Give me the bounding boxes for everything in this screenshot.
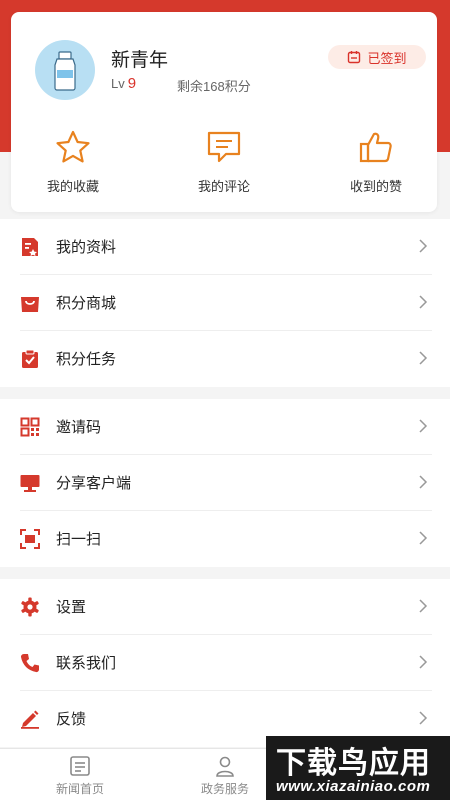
news-icon (70, 756, 90, 776)
qr-code-icon (20, 417, 40, 437)
level-prefix: Lv (111, 76, 125, 91)
comments-label: 我的评论 (197, 179, 250, 194)
milk-bottle-icon (54, 51, 76, 91)
site-watermark: 下载鸟应用 www.xiazainiao.com (266, 736, 450, 800)
favorites-label: 我的收藏 (46, 179, 99, 194)
likes-label: 收到的赞 (349, 179, 402, 194)
tab-label: 政务服务 (200, 782, 249, 796)
menu-item-contact[interactable]: 联系我们 (0, 635, 450, 691)
pencil-icon (21, 710, 39, 729)
menu-item-invite-code[interactable]: 邀请码 (0, 399, 450, 455)
watermark-url: www.xiazainiao.com (276, 778, 431, 795)
menu-item-points-tasks[interactable]: 积分任务 (0, 331, 450, 387)
user-level: Lv 9 (111, 75, 136, 92)
menu-item-label: 分享客户端 (56, 475, 132, 492)
username: 新青年 (111, 50, 169, 71)
comments-button[interactable]: 我的评论 (154, 130, 294, 195)
menu-item-share-app[interactable]: 分享客户端 (0, 455, 450, 511)
chevron-right-icon (419, 239, 428, 253)
menu-item-points-mall[interactable]: 积分商城 (0, 275, 450, 331)
points-balance: 剩余168积分 (177, 79, 251, 94)
likes-button[interactable]: 收到的赞 (306, 130, 446, 195)
menu-item-settings[interactable]: 设置 (0, 579, 450, 635)
comment-icon (207, 131, 241, 163)
menu-item-label: 联系我们 (56, 655, 117, 672)
chevron-right-icon (419, 351, 428, 365)
tab-gov-services[interactable]: 政务服务 (175, 755, 275, 797)
star-icon (56, 130, 90, 163)
chevron-right-icon (419, 531, 428, 545)
menu-group-share: 邀请码 分享客户端 扫一扫 (0, 399, 450, 567)
favorites-button[interactable]: 我的收藏 (3, 130, 143, 195)
thumbs-up-icon (359, 132, 392, 163)
gear-icon (21, 597, 39, 617)
profile-card: 新青年 Lv 9 剩余168积分 已签到 我的收藏 我的评论 收到的赞 (11, 12, 437, 212)
chevron-right-icon (419, 655, 428, 669)
menu-item-label: 我的资料 (56, 239, 117, 256)
menu-group-system: 设置 联系我们 反馈 (0, 579, 450, 747)
menu-item-label: 积分商城 (56, 295, 117, 312)
menu-group-account: 我的资料 积分商城 积分任务 (0, 219, 450, 387)
chevron-right-icon (419, 295, 428, 309)
tab-label: 新闻首页 (55, 782, 104, 796)
task-clipboard-icon (22, 349, 38, 368)
monitor-icon (20, 475, 40, 492)
level-number: 9 (127, 75, 137, 92)
menu-item-label: 反馈 (56, 711, 87, 728)
shopping-bag-icon (21, 297, 39, 312)
menu-item-label: 积分任务 (56, 351, 117, 368)
menu-item-label: 设置 (56, 599, 87, 616)
chevron-right-icon (419, 599, 428, 613)
chevron-right-icon (419, 475, 428, 489)
menu-item-profile[interactable]: 我的资料 (0, 219, 450, 275)
chevron-right-icon (419, 419, 428, 433)
profile-doc-icon (22, 238, 38, 256)
watermark-title: 下载鸟应用 (276, 747, 431, 780)
calendar-icon (348, 51, 361, 64)
menu-item-label: 扫一扫 (56, 531, 102, 548)
scan-icon (20, 529, 40, 549)
signin-button[interactable]: 已签到 (328, 45, 426, 69)
menu-item-scan[interactable]: 扫一扫 (0, 511, 450, 567)
menu-item-label: 邀请码 (56, 419, 102, 436)
person-service-icon (216, 756, 234, 777)
signin-label: 已签到 (367, 50, 407, 66)
tab-news-home[interactable]: 新闻首页 (30, 755, 130, 797)
phone-icon (20, 654, 39, 673)
avatar[interactable] (35, 40, 95, 100)
chevron-right-icon (419, 711, 428, 725)
